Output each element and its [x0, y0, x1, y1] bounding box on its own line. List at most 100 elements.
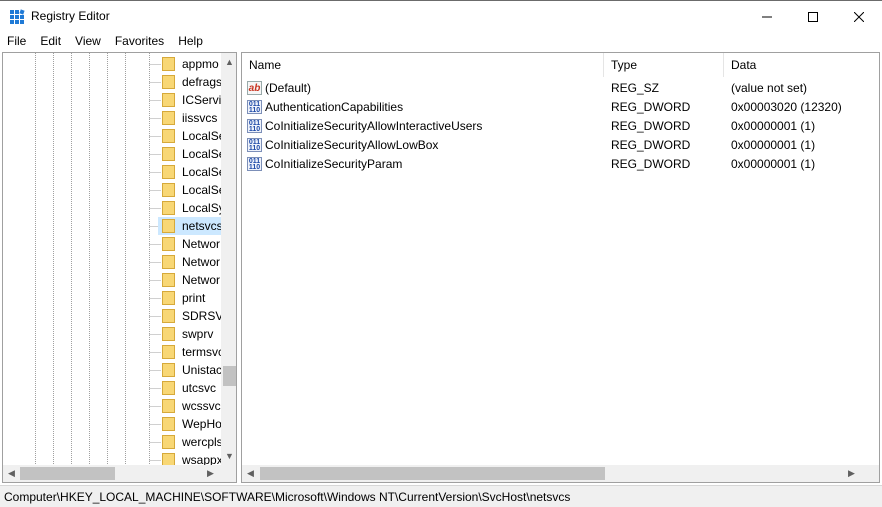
folder-icon	[162, 363, 175, 377]
folder-icon	[162, 417, 175, 431]
list-horizontal-scrollbar[interactable]: ◀ ▶	[242, 465, 862, 482]
tree-item[interactable]: appmo	[158, 55, 228, 73]
tree-item-label: termsvc	[182, 345, 224, 359]
status-bar-path: Computer\HKEY_LOCAL_MACHINE\SOFTWARE\Mic…	[0, 485, 882, 507]
value-type: REG_DWORD	[611, 137, 691, 152]
value-row[interactable]: 011 110 CoInitializeSecurityAllowInteract…	[242, 116, 862, 135]
tree-item-label: netsvcs	[182, 219, 223, 233]
folder-icon	[162, 93, 175, 107]
tree-item[interactable]: SDRSVC	[158, 307, 228, 325]
column-header-name[interactable]: Name	[242, 53, 604, 77]
folder-icon	[162, 237, 175, 251]
column-header-type[interactable]: Type	[604, 53, 724, 77]
tree-item[interactable]: Networ	[158, 253, 228, 271]
tree-item[interactable]: WepHo	[158, 415, 228, 433]
value-data: 0x00003020 (12320)	[731, 99, 842, 114]
tree-item[interactable]: LocalSy	[158, 199, 228, 217]
binary-value-icon: 011 110	[247, 137, 262, 152]
folder-icon	[162, 435, 175, 449]
tree-item-label: LocalSe	[182, 165, 226, 179]
scroll-left-icon[interactable]: ◀	[8, 468, 15, 478]
menu-favorites[interactable]: Favorites	[108, 32, 171, 50]
tree-item-label: wercpls	[182, 435, 223, 449]
value-type: REG_SZ	[611, 80, 660, 95]
folder-icon	[162, 219, 175, 233]
tree-item[interactable]: iissvcs	[158, 109, 228, 127]
string-value-icon: ab	[247, 80, 262, 95]
folder-icon	[162, 327, 175, 341]
values-list-pane[interactable]: Name Type Data ab (Default) REG_SZ (value n…	[241, 52, 880, 483]
value-name-cell: 011 110 AuthenticationCapabilities	[247, 97, 602, 116]
tree-item[interactable]: LocalSe	[158, 163, 228, 181]
close-icon	[854, 11, 864, 22]
value-type: REG_DWORD	[611, 118, 691, 133]
value-data: 0x00000001 (1)	[731, 118, 816, 133]
column-header-data[interactable]: Data	[724, 53, 862, 77]
tree-item-label: LocalSe	[182, 183, 226, 197]
tree-item-label: iissvcs	[182, 111, 218, 125]
scroll-down-icon[interactable]: ▼	[225, 451, 234, 461]
tree-item-label: LocalSe	[182, 129, 226, 143]
tree-item[interactable]: LocalSe	[158, 145, 228, 163]
folder-icon	[162, 75, 175, 89]
maximize-icon	[808, 11, 818, 22]
scroll-left-icon[interactable]: ◀	[247, 468, 254, 478]
menu-file[interactable]: File	[0, 32, 33, 50]
folder-icon	[162, 183, 175, 197]
tree-item[interactable]: wcssvc	[158, 397, 228, 415]
value-type: REG_DWORD	[611, 99, 691, 114]
folder-icon	[162, 165, 175, 179]
tree-item[interactable]: Networ	[158, 271, 228, 289]
tree-item-label: utcsvc	[182, 381, 217, 395]
tree-item-label: Networ	[182, 255, 221, 269]
scroll-right-icon[interactable]: ▶	[848, 468, 855, 478]
tree-item[interactable]: LocalSe	[158, 127, 228, 145]
value-row[interactable]: 011 110 AuthenticationCapabilities REG_DWO…	[242, 97, 862, 116]
tree-item[interactable]: print	[158, 289, 228, 307]
value-name: CoInitializeSecurityAllowInteractiveUser…	[265, 118, 483, 133]
list-hscroll-thumb[interactable]	[260, 467, 605, 480]
tree-item-label: Unistac	[182, 363, 223, 377]
tree-hscroll-thumb[interactable]	[20, 467, 115, 480]
folder-icon	[162, 57, 175, 71]
folder-icon	[162, 399, 175, 413]
tree-item[interactable]: utcsvc	[158, 379, 228, 397]
folder-icon	[162, 291, 175, 305]
value-name: (Default)	[265, 80, 312, 95]
tree-item[interactable]: ICServic	[158, 91, 228, 109]
tree-item[interactable]: swprv	[158, 325, 228, 343]
tree-vscroll-thumb[interactable]	[223, 366, 236, 386]
tree-item[interactable]: termsvc	[158, 343, 228, 361]
tree-item[interactable]: defrags	[158, 73, 228, 91]
folder-icon	[162, 201, 175, 215]
maximize-button[interactable]	[790, 2, 836, 31]
tree-item-label: Networ	[182, 237, 221, 251]
tree-item[interactable]: Unistac	[158, 361, 228, 379]
scroll-up-icon[interactable]: ▲	[225, 57, 234, 67]
tree-vertical-scrollbar[interactable]: ▲ ▼	[221, 53, 236, 465]
value-type: REG_DWORD	[611, 156, 691, 171]
key-tree-pane[interactable]: appmo defrags ICServic iissvcs LocalSe LocalS…	[2, 52, 237, 483]
tree-item[interactable]: netsvcs	[158, 217, 228, 235]
scroll-right-icon[interactable]: ▶	[207, 468, 214, 478]
tree-item[interactable]: Networ	[158, 235, 228, 253]
menu-edit[interactable]: Edit	[33, 32, 68, 50]
menu-help[interactable]: Help	[171, 32, 210, 50]
close-button[interactable]	[836, 2, 882, 31]
tree-item[interactable]: LocalSe	[158, 181, 228, 199]
tree-item-label: print	[182, 291, 206, 305]
value-row[interactable]: 011 110 CoInitializeSecurityAllowLowBox RE…	[242, 135, 862, 154]
value-row[interactable]: ab (Default) REG_SZ (value not set)	[242, 78, 862, 97]
folder-icon	[162, 273, 175, 287]
folder-icon	[162, 345, 175, 359]
minimize-button[interactable]	[744, 2, 790, 31]
value-row[interactable]: 011 110 CoInitializeSecurityParam REG_DWOR…	[242, 154, 862, 173]
tree-item-label: defrags	[182, 75, 223, 89]
tree-horizontal-scrollbar[interactable]: ◀ ▶	[3, 465, 221, 482]
scrollbar-corner	[221, 465, 236, 482]
menu-view[interactable]: View	[68, 32, 108, 50]
value-name: AuthenticationCapabilities	[265, 99, 404, 114]
tree-item-label: wcssvc	[182, 399, 221, 413]
tree-item[interactable]: wercpls	[158, 433, 228, 451]
tree-item-label: LocalSy	[182, 201, 225, 215]
